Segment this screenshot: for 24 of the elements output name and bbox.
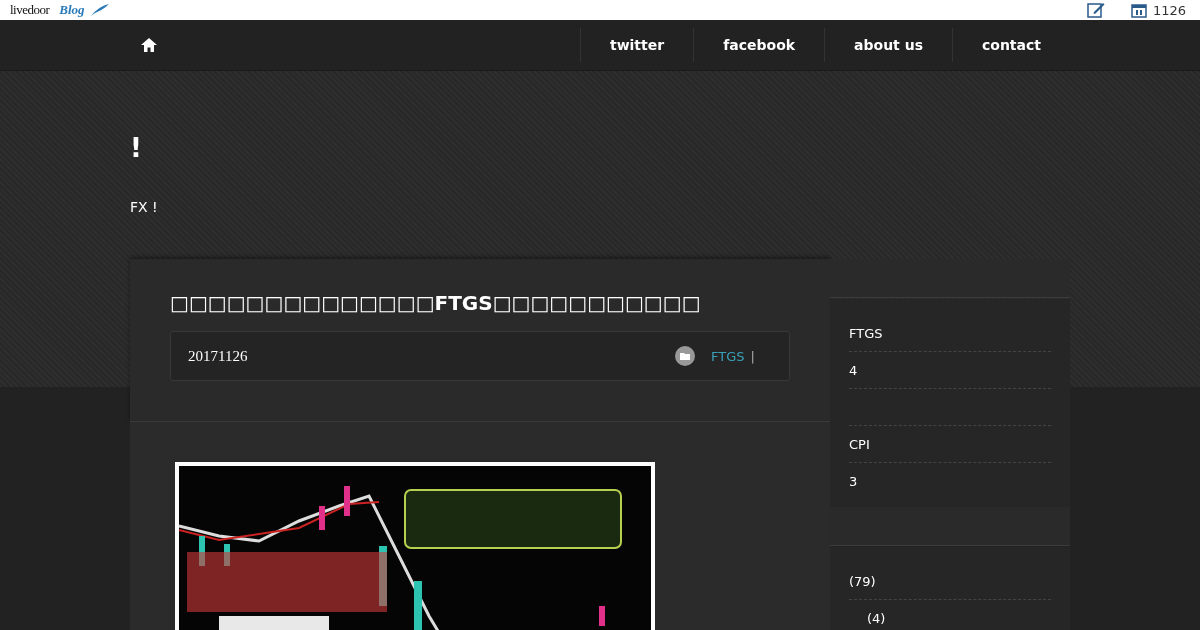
sidebar-item[interactable]: 3 (849, 473, 858, 489)
sidebar-item[interactable]: CPI (849, 436, 870, 452)
blog-description: FX ! (130, 199, 159, 215)
sidebar-item[interactable]: 4 (849, 362, 858, 378)
category-link[interactable]: FTGS (711, 348, 745, 364)
brand-sublogo[interactable]: Blog (59, 2, 85, 18)
sidebar-item[interactable]: (79) (849, 573, 876, 589)
feather-icon (90, 4, 109, 16)
folder-icon (675, 346, 696, 366)
brand-logo[interactable]: livedoor (10, 2, 50, 18)
calendar-icon[interactable] (1130, 2, 1147, 18)
home-icon[interactable] (141, 38, 157, 52)
article-title: □□□□□□□□□□□□□□FTGS□□□□□□□□□□□ (170, 291, 702, 315)
nav-link[interactable]: contact (952, 28, 1070, 62)
nav-link[interactable]: facebook (693, 28, 825, 62)
nav-link[interactable]: twitter (579, 28, 694, 62)
article-date: 20171126 (188, 347, 248, 365)
blog-title: ! (130, 132, 143, 163)
nav-link[interactable]: about us (824, 28, 952, 62)
sidebar-item[interactable]: FTGS (849, 325, 883, 341)
sidebar-item[interactable]: (4) (867, 610, 886, 626)
edit-icon[interactable] (1086, 2, 1105, 18)
visit-counter: 1126 (1152, 2, 1186, 18)
separator-mark: | (750, 348, 755, 364)
